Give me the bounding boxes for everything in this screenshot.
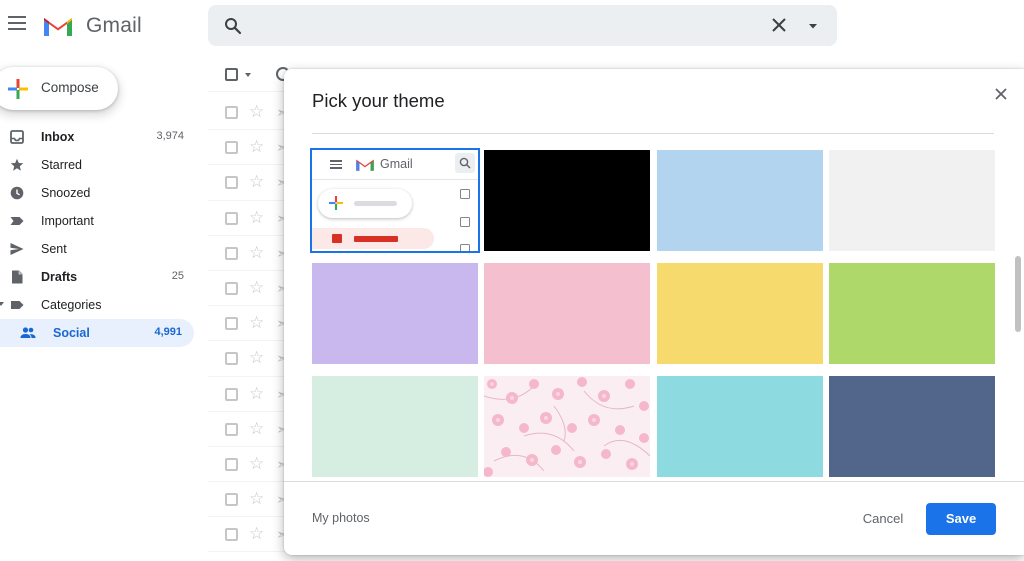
- label-icon: [11, 301, 24, 309]
- select-options-caret-icon[interactable]: [245, 73, 251, 77]
- sidebar-item-label: Sent: [41, 242, 67, 256]
- inbox-icon: [10, 130, 24, 144]
- theme-tile-light-gray[interactable]: [829, 150, 995, 251]
- cancel-button[interactable]: Cancel: [850, 503, 916, 535]
- star-outline-icon[interactable]: ☆: [249, 349, 264, 367]
- close-icon[interactable]: [990, 83, 1012, 105]
- search-options-caret-icon[interactable]: [804, 17, 822, 35]
- theme-tile-teal[interactable]: [657, 376, 823, 477]
- unread-count: 4,991: [154, 326, 182, 338]
- sidebar-item-label: Categories: [41, 298, 102, 312]
- send-icon: [10, 243, 24, 255]
- star-outline-icon[interactable]: ☆: [249, 103, 264, 121]
- save-button[interactable]: Save: [926, 503, 996, 535]
- star-icon: [10, 158, 24, 171]
- row-checkbox[interactable]: [225, 211, 238, 225]
- star-outline-icon[interactable]: ☆: [249, 384, 264, 403]
- star-outline-icon[interactable]: ☆: [249, 490, 264, 508]
- star-outline-icon[interactable]: ☆: [249, 243, 264, 262]
- sidebar-item-label: Snoozed: [41, 186, 91, 200]
- star-outline-icon[interactable]: ☆: [249, 454, 264, 473]
- theme-tile-default[interactable]: Gmail: [310, 148, 480, 253]
- sidebar-item-label: Inbox: [41, 130, 75, 144]
- sidebar-item-label: Drafts: [41, 270, 78, 284]
- sidebar-item-sent[interactable]: Sent: [0, 235, 196, 263]
- preview-menu-icon: [330, 160, 342, 169]
- sidebar-item-label: Social: [53, 326, 90, 340]
- theme-tile-yellow[interactable]: [657, 263, 823, 364]
- row-checkbox[interactable]: [225, 317, 238, 331]
- my-photos-link[interactable]: My photos: [312, 511, 370, 525]
- star-outline-icon[interactable]: ☆: [249, 314, 264, 332]
- clock-icon: [10, 186, 24, 200]
- preview-plus-icon: [329, 196, 343, 210]
- theme-tile-cherry-blossom[interactable]: [484, 376, 650, 477]
- gmail-logo-icon[interactable]: [42, 14, 74, 38]
- search-icon[interactable]: [224, 17, 242, 35]
- sidebar-item-label: Starred: [41, 158, 82, 172]
- row-checkbox[interactable]: [225, 422, 238, 436]
- dialog-divider: [312, 133, 994, 134]
- row-checkbox[interactable]: [225, 281, 238, 295]
- star-outline-icon[interactable]: ☆: [249, 173, 264, 191]
- plus-icon: [8, 79, 28, 99]
- dialog-footer: My photos Cancel Save: [284, 481, 1024, 555]
- draft-count: 25: [171, 270, 184, 282]
- theme-tile-mint[interactable]: [312, 376, 478, 477]
- star-outline-icon[interactable]: ☆: [249, 278, 264, 297]
- preview-gmail-logo-icon: [356, 159, 374, 171]
- sidebar-item-starred[interactable]: Starred: [0, 151, 196, 179]
- row-checkbox[interactable]: [225, 141, 238, 155]
- preview-brand: Gmail: [380, 157, 413, 171]
- compose-button[interactable]: Compose: [0, 67, 118, 110]
- clear-search-icon[interactable]: [770, 16, 788, 34]
- app-header: Gmail: [0, 0, 1024, 52]
- sidebar-item-social[interactable]: Social 4,991: [0, 319, 194, 347]
- preview-search-icon: [455, 153, 475, 173]
- label-important-icon: [10, 217, 24, 225]
- preview-inbox: [312, 228, 434, 249]
- search-bar[interactable]: [208, 5, 837, 46]
- row-checkbox[interactable]: [225, 528, 238, 542]
- people-icon: [20, 327, 36, 338]
- theme-tile-light-blue[interactable]: [657, 150, 823, 251]
- sidebar-nav: Inbox 3,974 Starred Snoozed Important Se…: [0, 123, 196, 347]
- expand-caret-icon[interactable]: [0, 302, 4, 306]
- star-outline-icon[interactable]: ☆: [249, 419, 264, 438]
- theme-dialog: Pick your theme Gmail My photos Cancel S…: [284, 69, 1024, 555]
- unread-count: 3,974: [156, 130, 184, 142]
- row-checkbox[interactable]: [225, 246, 238, 260]
- star-outline-icon[interactable]: ☆: [249, 525, 264, 543]
- select-all-checkbox[interactable]: [225, 68, 238, 81]
- row-checkbox[interactable]: [225, 457, 238, 471]
- compose-label: Compose: [41, 80, 99, 95]
- theme-tile-pink[interactable]: [484, 263, 650, 364]
- star-outline-icon[interactable]: ☆: [249, 208, 264, 227]
- cherry-blossom-pattern-icon: [484, 377, 650, 477]
- draft-icon: [12, 270, 23, 284]
- row-checkbox[interactable]: [225, 106, 238, 119]
- theme-tile-lavender[interactable]: [312, 263, 478, 364]
- dialog-title: Pick your theme: [312, 90, 445, 111]
- brand-name: Gmail: [86, 14, 142, 37]
- sidebar-item-snoozed[interactable]: Snoozed: [0, 179, 196, 207]
- row-checkbox[interactable]: [225, 493, 238, 507]
- default-theme-preview: Gmail: [312, 150, 478, 251]
- theme-tile-black[interactable]: [484, 150, 650, 251]
- theme-tile-slate-blue[interactable]: [829, 376, 995, 477]
- sidebar-item-label: Important: [41, 214, 94, 228]
- preview-compose: [318, 189, 412, 218]
- star-outline-icon[interactable]: ☆: [249, 138, 264, 156]
- dialog-scrollbar[interactable]: [1015, 256, 1021, 332]
- row-checkbox[interactable]: [225, 387, 238, 401]
- search-input[interactable]: [260, 13, 740, 38]
- row-checkbox[interactable]: [225, 176, 238, 190]
- sidebar-item-drafts[interactable]: Drafts 25: [0, 263, 196, 291]
- row-checkbox[interactable]: [225, 352, 238, 366]
- sidebar-item-categories[interactable]: Categories: [0, 291, 196, 319]
- main-menu-icon[interactable]: [8, 16, 26, 30]
- sidebar-item-important[interactable]: Important: [0, 207, 196, 235]
- theme-tile-green[interactable]: [829, 263, 995, 364]
- sidebar-item-inbox[interactable]: Inbox 3,974: [0, 123, 196, 151]
